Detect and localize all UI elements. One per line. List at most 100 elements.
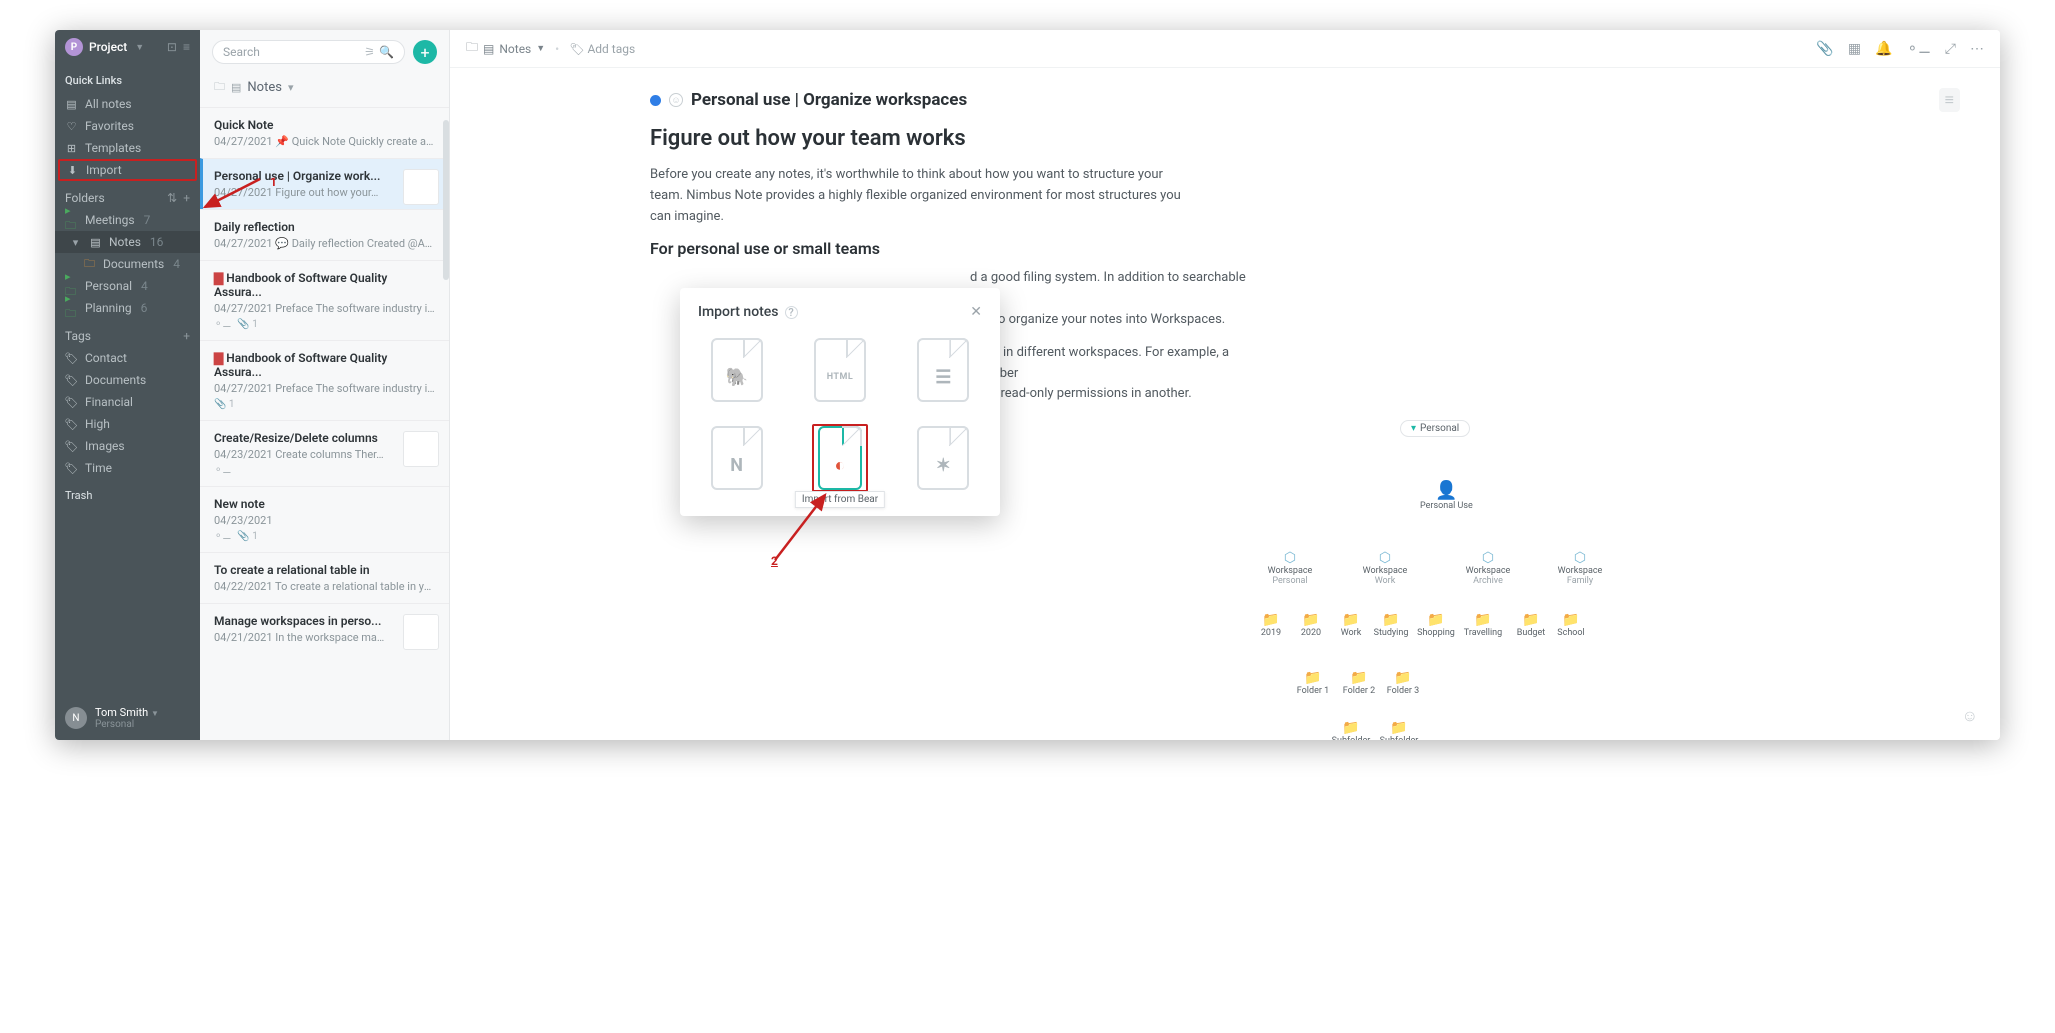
add-tags-button[interactable]: 🏷 Add tags [569,42,635,56]
folder-icon: 🗀 [83,258,96,271]
feedback-icon[interactable]: ☺ [1962,706,1978,726]
note-item[interactable]: Manage workspaces in perso... 04/21/2021… [200,603,449,654]
tag-label: Time [85,461,112,475]
more-icon[interactable]: ⋯ [1970,41,1984,57]
note-item[interactable]: New note 04/23/2021 ⚬⚊📎 1 [200,486,449,552]
doc-menu-icon[interactable]: ≡ [1939,88,1960,112]
chevron-down-icon[interactable]: ▼ [536,43,545,54]
tags-label: Tags [65,329,91,343]
doc-paragraph[interactable]: d a good filing system. In addition to s… [970,268,1260,330]
close-icon[interactable]: ✕ [970,304,982,320]
document-title[interactable]: Personal use | Organize workspaces [691,90,967,110]
folder-icon: 📁 [1378,720,1420,736]
note-item[interactable]: ▇ Handbook of Software Quality Assura...… [200,340,449,420]
import-icon: ⬇ [66,164,79,177]
grid-icon[interactable]: ▦ [1848,41,1861,57]
note-meta: 04/27/2021 💬 Daily reflection Created @A… [214,237,435,250]
folder-meetings[interactable]: ▸ 🗀 Meetings 7 [55,209,200,231]
sidebar-item-templates[interactable]: ⊞ Templates [55,137,200,159]
expand-icon[interactable]: ⤢ [1945,41,1956,57]
folder-icon: 📁 [1338,670,1380,686]
import-grid: 🐘 HTML ☰ N ◐Import from Bear ✶ [698,336,982,492]
user-footer[interactable]: N Tom Smith ▼ Personal [55,696,200,740]
diagram-workspace: ⬡WorkspacePersonal [1260,550,1320,586]
sidebar-item-all-notes[interactable]: ▤ All notes [55,93,200,115]
folder-notes[interactable]: ▾ ▤ Notes 16 [55,231,200,253]
chevron-down-icon[interactable]: ▼ [135,42,144,53]
breadcrumb[interactable]: 🗀 ▤ Notes ▼ [466,38,545,59]
tags-header: Tags + [55,319,200,347]
folder-label: Documents [103,257,164,271]
folder-planning[interactable]: ▸ 🗀 Planning 6 [55,297,200,319]
search-input[interactable]: Search ⚞🔍 [212,40,405,64]
main-toolbar: 🗀 ▤ Notes ▼ • 🏷 Add tags 📎 ▦ 🔔 ⚬⚊ ⤢ ⋯ [450,30,2000,68]
import-tile-html[interactable]: HTML [812,336,868,404]
folder-label: Notes [109,235,141,249]
expand-icon[interactable]: ⊡ [167,40,177,54]
import-tile-confluence[interactable]: ✶ [915,424,971,492]
bell-icon[interactable]: 🔔 [1875,41,1892,57]
attachment-icon[interactable]: 📎 [1816,41,1833,57]
note-meta: 04/27/2021 Preface The software industry… [214,302,435,315]
note-item[interactable]: Daily reflection 04/27/2021 💬 Daily refl… [200,209,449,260]
emoji-icon[interactable]: ☺ [669,93,683,107]
tag-icon: 🏷 [65,374,78,387]
folder-icon: 📁 [1370,612,1412,628]
tag-time[interactable]: 🏷Time [55,457,200,479]
import-tile-bear[interactable]: ◐Import from Bear [812,424,868,492]
tag-contact[interactable]: 🏷Contact [55,347,200,369]
tag-financial[interactable]: 🏷Financial [55,391,200,413]
sidebar-item-favorites[interactable]: ♡ Favorites [55,115,200,137]
folder-icon: 🗀 [466,38,478,59]
folder-icon: ▸ 🗀 [65,302,78,315]
workspace-avatar: P [65,38,83,56]
workspace-icon: ⬡ [1260,550,1320,566]
doc-paragraph[interactable]: Before you create any notes, it's worthw… [650,165,1190,227]
plus-icon[interactable]: + [183,191,190,205]
tag-high[interactable]: 🏷 High [55,413,200,435]
share-icon: ⚬⚊ [214,465,231,476]
folders-label: Folders [65,191,105,205]
sidebar-item-label: Favorites [85,119,134,133]
book-icon: ▇ [214,271,223,285]
tag-label: Images [85,439,125,453]
workspace-header[interactable]: P Project ▼ ⊡ ≡ [55,30,200,64]
tag-label: High [85,417,110,431]
note-item[interactable]: To create a relational table in 04/22/20… [200,552,449,603]
add-note-button[interactable]: + [413,40,437,64]
doc-subheading[interactable]: For personal use or small teams [650,239,1960,258]
share-icon[interactable]: ⚬⚊ [1907,41,1931,57]
diagram-folder: 📁Budget [1510,612,1552,638]
note-item[interactable]: ▇ Handbook of Software Quality Assura...… [200,260,449,340]
tag-icon: 🏷 [65,418,78,431]
scrollbar[interactable] [443,120,449,280]
note-item[interactable]: Quick Note 04/27/2021 📌 Quick Note Quick… [200,107,449,158]
diagram-folder: 📁Subfolder 2 [1378,720,1420,740]
folder-icon: ▸ 🗀 [65,280,78,293]
help-icon[interactable]: ? [785,306,798,319]
doc-paragraph[interactable]: evels in different workspaces. For examp… [970,343,1260,405]
import-tile-evernote[interactable]: 🐘 [709,336,765,404]
filter-icon[interactable]: ⚞ [364,45,375,59]
trash-link[interactable]: Trash [55,479,200,512]
folder-icon: ▸ 🗀 [65,214,78,227]
sort-icon[interactable]: ⇅ [167,191,177,205]
notes-breadcrumb[interactable]: 🗀 ▤ Notes ▾ [200,74,449,107]
sidebar-item-import[interactable]: ⬇ Import [58,159,197,181]
tag-documents[interactable]: 🏷Documents [55,369,200,391]
plus-icon[interactable]: + [183,329,190,343]
import-tile-simplenote[interactable]: ☰ [915,336,971,404]
note-title: ▇ Handbook of Software Quality Assura... [214,271,435,299]
diagram-folder: 📁Studying [1370,612,1412,638]
note-item[interactable]: Personal use | Organize work... 04/27/20… [200,158,449,209]
note-item[interactable]: Create/Resize/Delete columns 04/23/2021 … [200,420,449,486]
status-dot-icon [650,95,661,106]
import-tile-notion[interactable]: N [709,424,765,492]
doc-heading[interactable]: Figure out how your team works [650,126,1960,151]
tag-images[interactable]: 🏷Images [55,435,200,457]
folder-icon: 📁 [1550,612,1592,628]
search-icon[interactable]: 🔍 [379,45,394,59]
chevron-down-icon[interactable]: ▾ [288,81,294,94]
menu-icon[interactable]: ≡ [183,40,190,54]
note-meta: 04/22/2021 To create a relational table … [214,580,435,593]
